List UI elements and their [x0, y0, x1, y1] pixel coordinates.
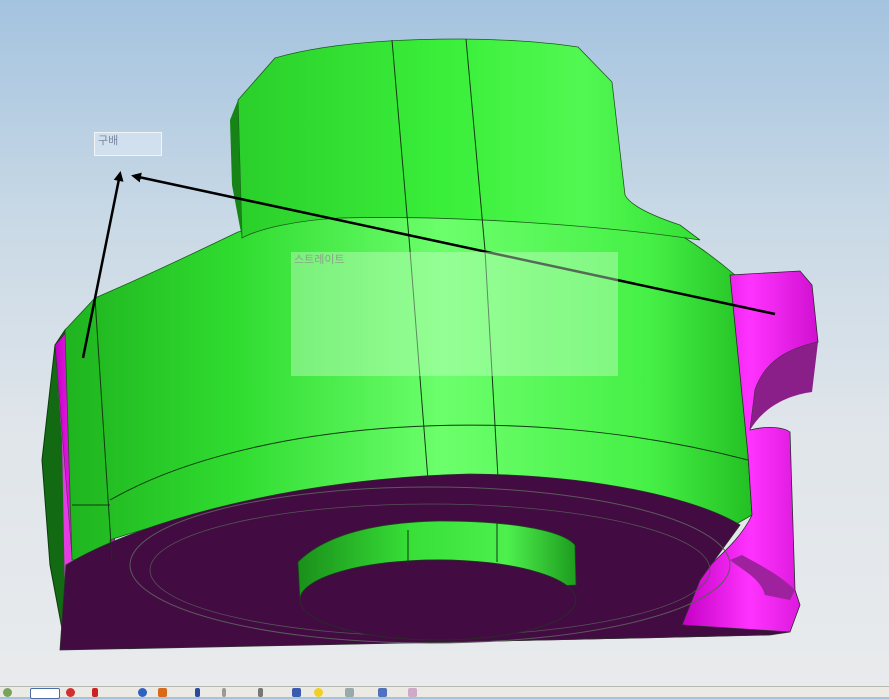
3d-viewport[interactable]: 구배 스트레이트	[0, 0, 889, 688]
gradient-label[interactable]: 구배	[94, 132, 162, 156]
boss-bottom-face	[299, 559, 577, 641]
sketch-icon[interactable]	[30, 688, 60, 699]
straight-label[interactable]: 스트레이트	[291, 252, 618, 376]
bottom-toolbar	[0, 686, 889, 699]
